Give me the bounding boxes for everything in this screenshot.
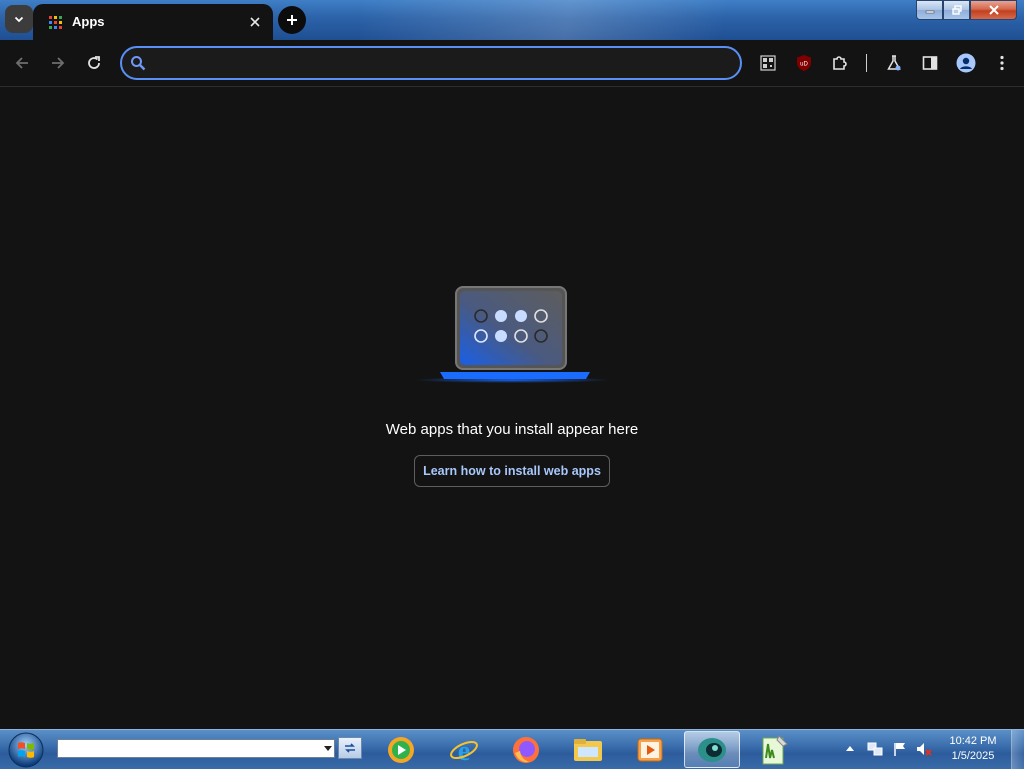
browser-toolbar: uD [0, 40, 1024, 87]
learn-install-web-apps-button[interactable]: Learn how to install web apps [414, 455, 610, 487]
taskbar-app-chrome-dev[interactable] [684, 731, 740, 768]
network-icon [867, 742, 883, 756]
empty-state-message: Web apps that you install appear here [385, 421, 639, 438]
apps-grid-icon [49, 16, 62, 29]
forward-button[interactable] [43, 48, 73, 78]
clock-date: 1/5/2025 [951, 750, 995, 762]
media-player-icon [637, 738, 663, 761]
ublock-extension-icon: uD [797, 55, 811, 71]
title-bar-highlight [360, 0, 880, 40]
minimize-icon [925, 10, 934, 14]
close-window-button[interactable] [970, 0, 1017, 20]
labs-button[interactable] [879, 48, 909, 78]
address-dropdown-button[interactable] [320, 739, 336, 758]
browser-title-bar: Apps [0, 0, 1024, 40]
new-tab-button[interactable] [278, 6, 306, 34]
firefox-icon [513, 736, 539, 763]
search-icon [131, 56, 146, 71]
svg-text:e: e [458, 736, 470, 765]
tab-apps[interactable]: Apps [33, 4, 273, 40]
tray-action-center[interactable] [891, 740, 909, 758]
back-icon [15, 57, 28, 69]
file-explorer-icon [574, 738, 602, 761]
restore-icon [951, 5, 962, 15]
go-arrows-icon [345, 743, 355, 753]
web-apps-laptop-illustration [414, 286, 610, 383]
taskbar-app-file-explorer[interactable] [560, 731, 616, 768]
profile-button[interactable] [951, 48, 981, 78]
system-clock[interactable]: 10:42 PM 1/5/2025 [940, 734, 1006, 764]
windows-media-player-icon [388, 736, 414, 763]
menu-button[interactable] [987, 48, 1017, 78]
volume-muted-icon [917, 743, 932, 756]
notepad-plus-plus-icon [762, 734, 788, 764]
qr-code-button[interactable] [753, 48, 783, 78]
address-bar[interactable] [120, 46, 742, 80]
reload-button[interactable] [79, 48, 109, 78]
chevron-down-icon [14, 16, 24, 23]
apps-page: Web apps that you install appear here Le… [0, 87, 1024, 729]
plus-icon [287, 15, 297, 25]
restore-button[interactable] [943, 0, 970, 20]
show-hidden-icons-button[interactable] [844, 741, 856, 755]
ublock-extension-button[interactable]: uD [789, 48, 819, 78]
taskbar-address-input[interactable] [57, 739, 335, 758]
tab-close-button[interactable] [246, 13, 264, 31]
tray-network[interactable] [866, 740, 884, 758]
flag-icon [894, 743, 905, 756]
chevron-up-icon [846, 745, 854, 751]
start-button[interactable] [7, 731, 45, 769]
side-panel-button[interactable] [915, 48, 945, 78]
chrome-dev-icon [698, 737, 726, 762]
windows-taskbar: e 10:42 PM 1/5/2025 [0, 729, 1024, 769]
minimize-button[interactable] [916, 0, 943, 20]
side-panel-icon [922, 56, 938, 70]
tab-title: Apps [72, 14, 105, 29]
profile-avatar-icon [956, 53, 976, 73]
dropdown-arrow-icon [324, 746, 332, 751]
clock-time: 10:42 PM [949, 735, 997, 747]
window-controls [916, 0, 1017, 20]
close-icon [250, 17, 260, 27]
toolbar-separator [866, 54, 867, 72]
address-input[interactable] [156, 52, 730, 76]
close-icon [988, 5, 999, 15]
reload-icon [88, 56, 100, 69]
tab-search-button[interactable] [5, 5, 33, 33]
menu-icon [1000, 55, 1004, 71]
tray-volume[interactable] [915, 740, 933, 758]
qr-code-icon [760, 55, 776, 71]
show-desktop-button[interactable] [1011, 730, 1024, 769]
taskbar-app-media-player[interactable] [622, 731, 678, 768]
back-button[interactable] [7, 48, 37, 78]
extensions-puzzle-icon [833, 56, 847, 70]
address-go-button[interactable] [338, 737, 362, 759]
extensions-button[interactable] [825, 48, 855, 78]
labs-flask-icon [887, 55, 901, 71]
taskbar-app-notepad-plus-plus[interactable] [746, 731, 802, 768]
taskbar-app-windows-media-player[interactable] [373, 731, 429, 768]
taskbar-app-firefox[interactable] [498, 731, 554, 768]
forward-icon [52, 57, 65, 69]
internet-explorer-icon: e [450, 736, 478, 765]
taskbar-app-internet-explorer[interactable]: e [436, 731, 492, 768]
svg-text:uD: uD [800, 62, 808, 68]
